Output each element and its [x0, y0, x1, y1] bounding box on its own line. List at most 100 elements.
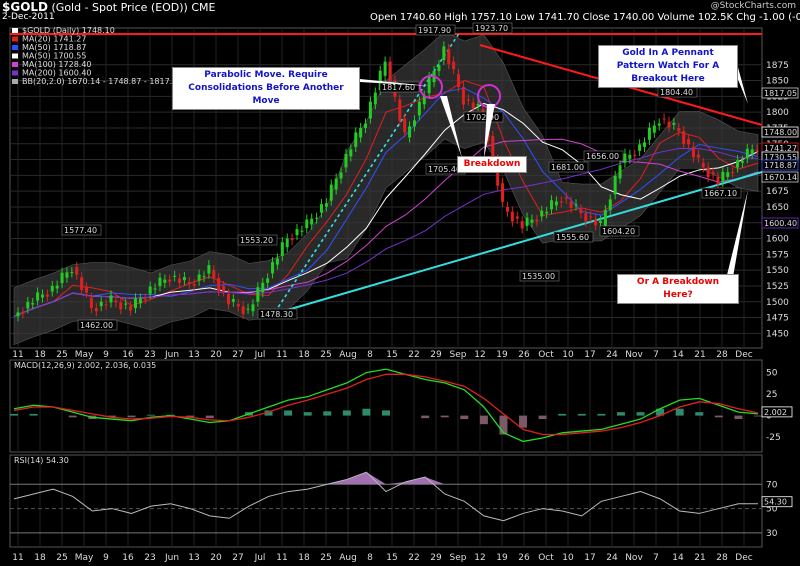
price-label: 1917.90: [418, 26, 451, 35]
price-bar-body: [202, 276, 206, 278]
x-tick-label: 21: [694, 350, 705, 360]
price-bar-body: [515, 216, 519, 219]
price-bar-body: [251, 304, 255, 312]
x-axis-labels-bottom: 11 18 25 May 9 16 23 Jun 13 20 27 Jul 11 18 25 Aug 8 15 22…: [12, 553, 752, 563]
price-bar-body: [412, 120, 416, 127]
x-tick-label: 9: [103, 553, 109, 563]
y-tick-label: 1875: [766, 61, 789, 71]
price-bar-body: [246, 308, 250, 310]
price-bar-body: [505, 206, 509, 212]
price-bar-body: [99, 301, 103, 307]
price-bar-body: [373, 92, 377, 105]
macd-histogram-bar: [675, 408, 684, 416]
x-tick-label: 13: [188, 553, 199, 563]
price-label: 1923.70: [475, 24, 508, 33]
x-tick-label: 29: [430, 350, 442, 360]
x-tick-label: 21: [694, 553, 705, 563]
price-bar-body: [408, 126, 412, 138]
macd-histogram-bar: [440, 415, 449, 418]
macd-histogram-bar: [362, 408, 371, 416]
price-bar-body: [716, 176, 720, 185]
right-axis-value: 1817.05: [764, 89, 797, 98]
price-bar-body: [466, 99, 470, 101]
x-tick-label: 10: [562, 553, 574, 563]
macd-histogram-bar: [147, 414, 156, 416]
price-bar-body: [417, 101, 421, 116]
macd-histogram-bar: [460, 415, 469, 420]
price-bar-body: [280, 242, 284, 256]
price-bar-body: [682, 131, 686, 145]
rsi-title: RSI(14) 54.30: [14, 456, 69, 465]
price-bar-body: [124, 303, 128, 305]
price-bar-body: [452, 61, 456, 70]
price-bar-body: [50, 285, 54, 292]
x-tick-label: 18: [34, 553, 46, 563]
macd-y-tick: 50: [766, 369, 778, 379]
x-tick-label: Oct: [538, 553, 554, 563]
right-axis-value: 1748.00: [764, 128, 797, 137]
rsi-y-tick: 70: [766, 480, 778, 490]
price-bar-body: [491, 135, 495, 158]
price-label: 1553.20: [240, 236, 273, 245]
price-bar-body: [290, 238, 294, 241]
legend-swatch: [12, 62, 18, 67]
price-bar-body: [623, 153, 627, 163]
macd-histogram-bar: [695, 412, 704, 416]
price-bar-body: [647, 127, 651, 140]
price-bar-body: [476, 103, 480, 106]
price-bar-body: [300, 230, 304, 232]
price-bar-body: [589, 216, 593, 218]
macd-histogram-bar: [519, 415, 528, 428]
price-label: 1555.60: [556, 233, 589, 242]
price-bar-body: [354, 132, 358, 147]
y-tick-label: 1550: [766, 266, 789, 276]
macd-histogram-bar: [342, 410, 351, 416]
price-bar-body: [173, 275, 177, 277]
x-tick-label: 20: [210, 350, 222, 360]
price-bar-body: [696, 154, 700, 158]
macd-histogram-bar: [636, 412, 645, 416]
legend-swatch: [12, 53, 18, 59]
x-tick-label: 7: [653, 553, 659, 563]
macd-histogram-bar: [382, 410, 390, 416]
x-tick-label: 9: [103, 350, 109, 360]
price-bar-body: [510, 211, 514, 222]
price-bar-body: [755, 149, 759, 151]
macd-histogram-bar: [205, 415, 214, 419]
x-tick-label: 18: [298, 350, 310, 360]
price-bar-body: [138, 298, 142, 304]
price-bar-body: [677, 127, 681, 132]
legend-swatch: [12, 79, 18, 84]
x-tick-label: 7: [653, 350, 659, 360]
x-tick-label: Jul: [254, 553, 266, 563]
x-tick-label: 24: [606, 350, 618, 360]
macd-histogram-bar: [10, 413, 18, 416]
price-bar-body: [16, 312, 20, 317]
price-bar-body: [687, 139, 691, 145]
price-bar-body: [608, 199, 612, 211]
price-bar-body: [721, 171, 725, 182]
price-label: 1604.20: [602, 227, 635, 236]
price-bar-body: [334, 178, 338, 190]
x-tick-label: Sep: [450, 350, 467, 360]
price-label: 1702.90: [466, 113, 499, 122]
x-tick-label: 27: [232, 553, 243, 563]
y-tick-label: 1850: [766, 77, 789, 87]
price-bar-body: [40, 294, 44, 298]
price-bar-body: [594, 219, 598, 226]
price-bar-body: [207, 265, 211, 274]
price-bar-body: [178, 278, 182, 283]
x-tick-label: 12: [474, 350, 485, 360]
right-axis-value: 1718.87: [764, 161, 797, 170]
price-bar-body: [598, 220, 602, 223]
price-bar-body: [726, 172, 730, 177]
price-bar-body: [129, 306, 133, 311]
x-tick-label: 18: [298, 553, 310, 563]
price-bar-body: [114, 300, 118, 303]
price-bar-body: [550, 200, 554, 210]
price-bar-body: [21, 312, 25, 314]
price-bar-body: [359, 127, 363, 138]
price-bar-body: [305, 219, 309, 229]
x-tick-label: 25: [56, 350, 67, 360]
price-bar-body: [89, 297, 93, 309]
